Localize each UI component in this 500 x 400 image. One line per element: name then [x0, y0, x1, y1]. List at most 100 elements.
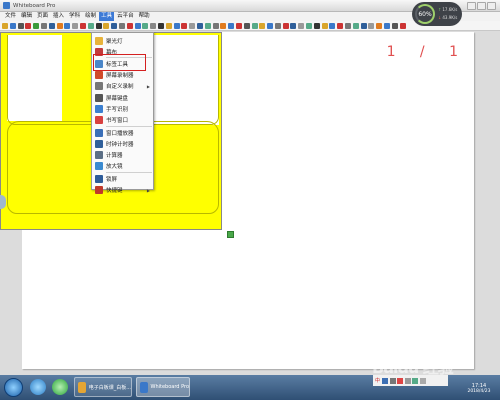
handwriting-icon [95, 105, 103, 114]
toolbar-tool-icon[interactable] [173, 22, 180, 29]
start-button[interactable] [4, 378, 23, 397]
tools-menu-item-9[interactable]: 时钟计时器 [93, 139, 153, 150]
toolbar-tool-icon[interactable] [165, 22, 172, 29]
toolbar-tool-icon[interactable] [142, 22, 149, 29]
toolbar-tool-icon[interactable] [235, 22, 242, 29]
toolbar-tool-icon[interactable] [376, 22, 383, 29]
minimize-button[interactable] [467, 2, 476, 10]
toolbar-tool-icon[interactable] [33, 22, 40, 29]
toolbar-tool-icon[interactable] [282, 22, 289, 29]
antivirus-icon[interactable] [397, 377, 404, 384]
toolbar-tool-icon[interactable] [9, 22, 16, 29]
toolbar-tool-icon[interactable] [368, 22, 375, 29]
toolbar-tool-icon[interactable] [306, 22, 313, 29]
tools-menu-item-12[interactable]: 锁屏 [93, 174, 153, 185]
toolbar-tool-icon[interactable] [56, 22, 63, 29]
toolbar-tool-icon[interactable] [321, 22, 328, 29]
toolbar-tool-icon[interactable] [118, 22, 125, 29]
toolbar-tool-icon[interactable] [391, 22, 398, 29]
toolbar-tool-icon[interactable] [181, 22, 188, 29]
toolbar-tool-icon[interactable] [72, 22, 79, 29]
tools-menu-item-0[interactable]: 聚光灯 [93, 36, 153, 47]
input-language-indicator[interactable]: 中 [375, 377, 380, 384]
custom-record-icon [95, 82, 103, 91]
menu-item-6[interactable]: 工具 [99, 12, 115, 21]
toolbar-tool-icon[interactable] [259, 22, 266, 29]
toolbar-tool-icon[interactable] [25, 22, 32, 29]
menu-item-3[interactable]: 插入 [51, 12, 66, 21]
toolbar-tool-icon[interactable] [243, 22, 250, 29]
menu-item-7[interactable]: 云平台 [115, 12, 136, 21]
toolbar-tool-icon[interactable] [329, 22, 336, 29]
download-speed: 43.9K/s [438, 15, 457, 20]
toolbar-tool-icon[interactable] [313, 22, 320, 29]
toolbar-tool-icon[interactable] [352, 22, 359, 29]
resize-handle-icon[interactable] [227, 231, 234, 238]
ie-icon[interactable] [30, 379, 46, 395]
tools-menu-item-11[interactable]: 放大镜 [93, 161, 153, 172]
toolbar-tool-icon[interactable] [220, 22, 227, 29]
tools-menu-item-3[interactable]: 屏幕录制器 [93, 70, 153, 81]
toolbar-tool-icon[interactable] [399, 22, 406, 29]
toolbar-tool-icon[interactable] [189, 22, 196, 29]
toolbar-tool-icon[interactable] [103, 22, 110, 29]
menu-item-4[interactable]: 学科 [67, 12, 82, 21]
toolbar-tool-icon[interactable] [79, 22, 86, 29]
toolbar-tool-icon[interactable] [17, 22, 24, 29]
tools-menu-item-label: 手写识别 [106, 107, 129, 114]
settings-icon[interactable] [404, 377, 411, 384]
tools-menu-item-8[interactable]: 窗口播放器 [93, 128, 153, 139]
tools-menu-item-label: 快捷键 [106, 188, 123, 195]
browser-icon[interactable] [52, 379, 68, 395]
calculator-icon [95, 151, 103, 160]
toolbar-tool-icon[interactable] [267, 22, 274, 29]
toolbar-tool-icon[interactable] [111, 22, 118, 29]
toolbar-tool-icon[interactable] [157, 22, 164, 29]
toolbar-tool-icon[interactable] [150, 22, 157, 29]
close-button[interactable] [487, 2, 496, 10]
toolbar-tool-icon[interactable] [204, 22, 211, 29]
ime-icon[interactable] [382, 377, 389, 384]
toolbar-tool-icon[interactable] [64, 22, 71, 29]
toolbar-tool-icon[interactable] [360, 22, 367, 29]
toolbar-tool-icon[interactable] [126, 22, 133, 29]
window-controls [466, 2, 496, 10]
toolbar-tool-icon[interactable] [87, 22, 94, 29]
toolbar-tool-icon[interactable] [212, 22, 219, 29]
tools-menu-item-13[interactable]: 快捷键 ▶ [93, 185, 153, 196]
toolbar-tool-icon[interactable] [95, 22, 102, 29]
taskbar-clock[interactable]: 17:14 2018/4/23 [462, 383, 496, 394]
toolbar-tool-icon[interactable] [290, 22, 297, 29]
toolbar-tool-icon[interactable] [40, 22, 47, 29]
menu-item-8[interactable]: 帮助 [137, 12, 152, 21]
toolbar-tool-icon[interactable] [134, 22, 141, 29]
system-tray: 中 [373, 375, 448, 386]
toolbar-tool-icon[interactable] [274, 22, 281, 29]
menu-item-2[interactable]: 页面 [35, 12, 50, 21]
tools-menu-item-label: 聚光灯 [106, 39, 123, 46]
tools-menu-item-7[interactable]: 书写窗口 [93, 115, 153, 126]
menu-item-1[interactable]: 编辑 [19, 12, 34, 21]
menu-item-0[interactable]: 文件 [3, 12, 18, 21]
toolbar-tool-icon[interactable] [337, 22, 344, 29]
volume-icon[interactable] [419, 377, 426, 384]
toolbar-tool-icon[interactable] [2, 22, 8, 29]
tools-menu-item-5[interactable]: 屏幕键盘 [93, 93, 153, 104]
network-icon[interactable] [412, 377, 419, 384]
taskbar-task-1[interactable]: Whiteboard Pro [136, 377, 190, 397]
toolbar-tool-icon[interactable] [384, 22, 391, 29]
tools-menu-item-4[interactable]: 自定义录制 ▶ [93, 81, 153, 92]
menu-item-5[interactable]: 绘制 [83, 12, 98, 21]
toolbar-tool-icon[interactable] [48, 22, 55, 29]
toolbar-tool-icon[interactable] [228, 22, 235, 29]
tools-menu-item-6[interactable]: 手写识别 [93, 104, 153, 115]
maximize-button[interactable] [477, 2, 486, 10]
taskbar-task-0[interactable]: 电子白板课_白板... [74, 377, 132, 397]
toolbar-tool-icon[interactable] [298, 22, 305, 29]
toolbar-tool-icon[interactable] [196, 22, 203, 29]
toolbar-tool-icon[interactable] [345, 22, 352, 29]
keyboard-icon[interactable] [389, 377, 396, 384]
toolbar-tool-icon[interactable] [251, 22, 258, 29]
whiteboard-app-icon [140, 381, 148, 393]
tools-menu-item-10[interactable]: 计算器 [93, 150, 153, 161]
